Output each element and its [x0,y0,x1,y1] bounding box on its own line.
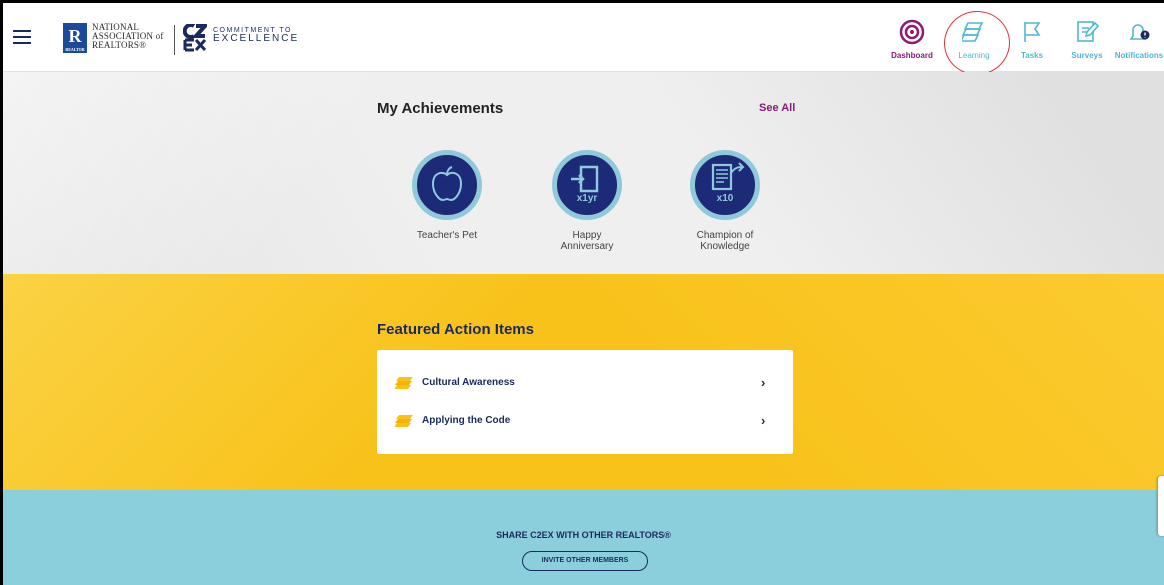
app-window: R REALTOR NATIONAL ASSOCIATION of REALTO… [3,3,1164,585]
nav-dashboard-label: Dashboard [891,51,933,60]
badge-tag: x10 [716,193,734,204]
badge-teachers-pet[interactable]: Teacher's Pet [377,150,517,241]
featured-item-applying-the-code[interactable]: Applying the Code › [395,410,785,434]
featured-title: Featured Action Items [377,321,534,338]
badge-name: Happy Anniversary [560,230,614,252]
apple-icon [431,166,463,202]
featured-item-cultural-awareness[interactable]: Cultural Awareness › [395,372,785,396]
nav-notifications-label: Notifications [1114,51,1164,60]
achievements-section: My Achievements See All Teacher's Pet x1… [3,72,1164,274]
menu-icon[interactable] [13,30,31,44]
chevron-right-icon: › [761,413,766,428]
top-header: R REALTOR NATIONAL ASSOCIATION of REALTO… [3,3,1164,80]
c2ex-logo-icon[interactable] [182,23,210,52]
nar-logo-mark: R [68,26,82,46]
badge-name: Teacher's Pet [416,230,478,241]
badge-happy-anniversary[interactable]: x1yr Happy Anniversary [517,150,657,252]
featured-item-label: Applying the Code [422,415,511,426]
book-icon [395,415,413,427]
nar-logo-sub: REALTOR [65,47,85,52]
book-icon [395,377,413,389]
share-title: SHARE C2EX WITH OTHER REALTORS® [496,530,671,540]
share-section: SHARE C2EX WITH OTHER REALTORS® INVITE O… [3,490,1164,585]
red-annotation-circle [939,6,1015,80]
c2ex-wordmark: COMMITMENT TO EXCELLENCE [213,27,300,44]
nav-tasks[interactable]: Tasks [1013,19,1051,67]
achievements-title: My Achievements [377,100,504,117]
nav-surveys[interactable]: Surveys [1065,19,1109,67]
badge-disc [412,150,482,220]
nav-tasks-label: Tasks [1020,51,1044,60]
badge-disc: x10 [690,150,760,220]
nar-logo[interactable]: R REALTOR [63,23,87,53]
logo-divider [174,25,175,55]
feedback-side-tab[interactable] [1158,476,1164,536]
nav-notifications[interactable]: Notifications [1111,19,1164,67]
survey-icon [1077,21,1099,42]
door-icon [571,165,599,193]
see-all-link[interactable]: See All [759,102,795,114]
invite-members-button[interactable]: INVITE OTHER MEMBERS [522,551,648,571]
badge-tag: x1yr [576,193,598,204]
nav-dashboard[interactable]: Dashboard [886,19,938,67]
chevron-right-icon: › [761,375,766,390]
flag-icon [1024,22,1041,42]
featured-card: Cultural Awareness › Applying the Code › [377,350,793,454]
badge-name: Champion of Knowledge [696,230,754,252]
featured-section: Featured Action Items Cultural Awareness… [3,274,1164,490]
badge-disc: x1yr [552,150,622,220]
document-icon [711,162,745,191]
nar-wordmark: NATIONAL ASSOCIATION of REALTORS® [92,23,164,50]
badge-champion-of-knowledge[interactable]: x10 Champion of Knowledge [655,150,795,252]
featured-item-label: Cultural Awareness [422,377,515,388]
nar-line-3: REALTORS® [92,40,147,50]
dashboard-icon [899,19,925,45]
nav-surveys-label: Surveys [1071,51,1103,60]
c2ex-line-2: EXCELLENCE [213,33,300,44]
bell-icon [1129,24,1150,40]
